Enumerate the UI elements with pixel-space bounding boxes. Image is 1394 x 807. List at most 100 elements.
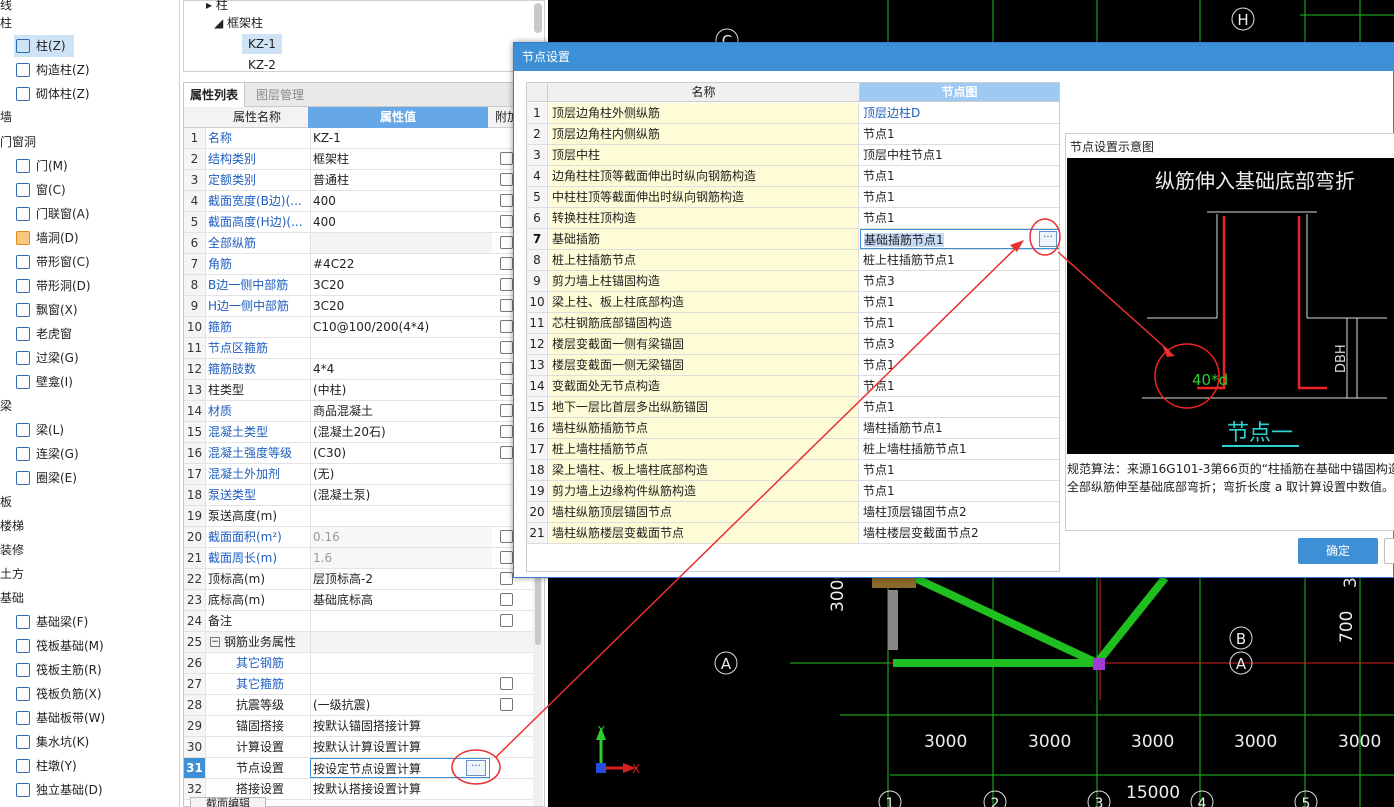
property-row[interactable]: 29 锚固搭接 按默认锚固搭接计算 — [184, 716, 536, 737]
sidebar-category[interactable]: 墙 — [0, 106, 12, 128]
node-value[interactable]: 节点1 — [860, 208, 1059, 228]
property-row[interactable]: 22 顶标高(m) 层顶标高-2 — [184, 569, 536, 590]
property-value[interactable]: 基础底标高 — [310, 590, 492, 610]
node-value[interactable]: 节点1 — [860, 481, 1059, 501]
sidebar-item[interactable]: 集水坑(K) — [14, 731, 97, 753]
node-row[interactable]: 7 基础插筋 基础插筋节点1 ··· — [527, 229, 1059, 250]
property-row[interactable]: 9 H边一侧中部筋 3C20 — [184, 296, 536, 317]
sidebar-category[interactable]: 楼梯 — [0, 515, 24, 537]
property-value[interactable]: (一级抗震) — [310, 695, 492, 715]
property-row[interactable]: 23 底标高(m) 基础底标高 — [184, 590, 536, 611]
tab-section-edit[interactable]: 截面编辑 — [190, 797, 266, 807]
property-row[interactable]: 17 混凝土外加剂 (无) — [184, 464, 536, 485]
property-row[interactable]: 11 节点区箍筋 — [184, 338, 536, 359]
property-value[interactable]: C10@100/200(4*4) — [310, 317, 492, 337]
property-value[interactable] — [310, 233, 492, 253]
attach-checkbox[interactable] — [500, 383, 513, 396]
sidebar-item[interactable]: 门(M) — [14, 155, 76, 177]
attach-checkbox[interactable] — [500, 299, 513, 312]
sidebar-category[interactable]: 土方 — [0, 563, 24, 585]
property-value[interactable]: 层顶标高-2 — [310, 569, 492, 589]
property-value[interactable] — [310, 506, 492, 526]
attach-checkbox[interactable] — [500, 614, 513, 627]
attach-checkbox[interactable] — [500, 677, 513, 690]
sidebar-item[interactable]: 过梁(G) — [14, 347, 87, 369]
node-value[interactable]: 节点1 — [860, 187, 1059, 207]
sidebar-item[interactable]: 基础梁(F) — [14, 611, 96, 633]
property-value[interactable]: 3C20 — [310, 275, 492, 295]
node-value[interactable]: 桩上墙柱插筋节点1 — [860, 439, 1059, 459]
property-row[interactable]: 18 泵送类型 (混凝土泵) — [184, 485, 536, 506]
attach-checkbox[interactable] — [500, 341, 513, 354]
property-row[interactable]: 26 其它钢筋 — [184, 653, 536, 674]
attach-checkbox[interactable] — [500, 215, 513, 228]
property-value[interactable]: (混凝土泵) — [310, 485, 492, 505]
property-value[interactable]: 4*4 — [310, 359, 492, 379]
ok-button[interactable]: 确定 — [1298, 538, 1378, 564]
property-row[interactable]: 12 箍筋肢数 4*4 — [184, 359, 536, 380]
property-row[interactable]: 27 其它箍筋 — [184, 674, 536, 695]
property-row[interactable]: 7 角筋 #4C22 — [184, 254, 536, 275]
node-value[interactable]: 节点3 — [860, 334, 1059, 354]
property-value[interactable]: 按设定节点设置计算 ··· — [310, 758, 490, 778]
property-value[interactable]: 框架柱 — [310, 149, 492, 169]
attach-checkbox[interactable] — [500, 320, 513, 333]
attach-checkbox[interactable] — [500, 404, 513, 417]
property-row[interactable]: 6 全部纵筋 — [184, 233, 536, 254]
sidebar-item[interactable]: 门联窗(A) — [14, 203, 98, 225]
property-value[interactable]: 0.16 — [310, 527, 492, 547]
property-row[interactable]: 16 混凝土强度等级 (C30) — [184, 443, 536, 464]
tab-property-list[interactable]: 属性列表 — [184, 83, 246, 107]
node-value[interactable]: 墙柱插筋节点1 — [860, 418, 1059, 438]
property-row[interactable]: 25− 钢筋业务属性 — [184, 632, 536, 653]
attach-checkbox[interactable] — [500, 530, 513, 543]
node-value[interactable]: 顶层边柱D — [860, 103, 1059, 123]
node-row[interactable]: 17 桩上墙柱插筋节点 桩上墙柱插筋节点1 — [527, 439, 1059, 460]
node-value[interactable]: 桩上柱插筋节点1 — [860, 250, 1059, 270]
property-value[interactable]: (C30) — [310, 443, 492, 463]
sidebar-item[interactable]: 基础板带(W) — [14, 707, 113, 729]
property-row[interactable]: 10 箍筋 C10@100/200(4*4) — [184, 317, 536, 338]
sidebar-item[interactable]: 连梁(G) — [14, 443, 87, 465]
property-value[interactable]: 按默认搭接设置计算 — [310, 779, 492, 799]
attach-checkbox[interactable] — [500, 152, 513, 165]
node-row[interactable]: 16 墙柱纵筋插筋节点 墙柱插筋节点1 — [527, 418, 1059, 439]
property-value[interactable]: 400 — [310, 191, 492, 211]
property-value[interactable]: (混凝土20石) — [310, 422, 492, 442]
sidebar-category[interactable]: 柱 — [0, 12, 12, 34]
sidebar-item[interactable]: 墙洞(D) — [14, 227, 87, 249]
node-value[interactable]: 基础插筋节点1 ··· — [860, 229, 1059, 249]
property-value[interactable] — [310, 632, 492, 652]
node-row[interactable]: 2 顶层边角柱内侧纵筋 节点1 — [527, 124, 1059, 145]
sidebar-item[interactable]: 圈梁(E) — [14, 467, 85, 489]
sidebar-item[interactable]: 窗(C) — [14, 179, 74, 201]
attach-checkbox[interactable] — [500, 278, 513, 291]
node-row[interactable]: 18 梁上墙柱、板上墙柱底部构造 节点1 — [527, 460, 1059, 481]
node-value[interactable]: 节点3 — [860, 271, 1059, 291]
ellipsis-button[interactable]: ··· — [466, 760, 486, 776]
property-value[interactable]: 按默认锚固搭接计算 — [310, 716, 492, 736]
property-row[interactable]: 4 截面宽度(B边)(... 400 — [184, 191, 536, 212]
node-value[interactable]: 节点1 — [860, 397, 1059, 417]
property-row[interactable]: 5 截面高度(H边)(... 400 — [184, 212, 536, 233]
attach-checkbox[interactable] — [500, 362, 513, 375]
property-value[interactable] — [310, 611, 492, 631]
sidebar-item[interactable]: 梁(L) — [14, 419, 72, 441]
tree-frame-column-node[interactable]: ◢ 框架柱 — [214, 13, 263, 33]
collapse-icon[interactable]: − — [210, 637, 220, 647]
attach-checkbox[interactable] — [500, 446, 513, 459]
property-value[interactable]: KZ-1 — [310, 128, 492, 148]
sidebar-category[interactable]: 基础 — [0, 587, 24, 609]
node-row[interactable]: 5 中柱柱顶等截面伸出时纵向钢筋构造 节点1 — [527, 187, 1059, 208]
property-row[interactable]: 24 备注 — [184, 611, 536, 632]
property-row[interactable]: 13 柱类型 (中柱) — [184, 380, 536, 401]
sidebar-category[interactable]: 装修 — [0, 539, 24, 561]
property-row[interactable]: 14 材质 商品混凝土 — [184, 401, 536, 422]
property-value[interactable]: #4C22 — [310, 254, 492, 274]
tree-scrollbar[interactable] — [534, 3, 542, 33]
node-row[interactable]: 11 芯柱钢筋底部锚固构造 节点1 — [527, 313, 1059, 334]
node-row[interactable]: 20 墙柱纵筋顶层锚固节点 墙柱顶层锚固节点2 — [527, 502, 1059, 523]
property-value[interactable]: 按默认计算设置计算 — [310, 737, 492, 757]
property-value[interactable]: (中柱) — [310, 380, 492, 400]
sidebar-item[interactable]: 带形窗(C) — [14, 251, 98, 273]
